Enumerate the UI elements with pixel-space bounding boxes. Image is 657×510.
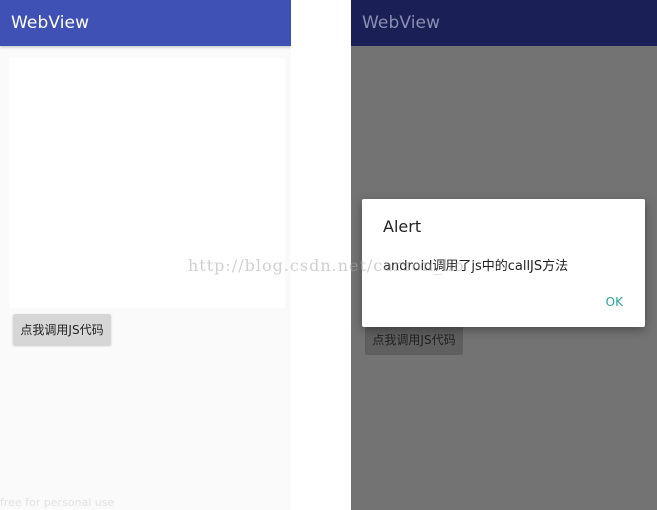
call-js-button-dimmed: 点我调用JS代码 bbox=[365, 324, 463, 355]
bottom-watermark-text: free for personal use bbox=[0, 496, 115, 509]
alert-dialog: Alert android调用了js中的callJS方法 OK bbox=[362, 199, 645, 327]
app-bar-dimmed: WebView bbox=[351, 0, 657, 46]
app-bar-title: WebView bbox=[362, 13, 441, 33]
right-phone-screen: WebView 点我调用JS代码 Alert android调用了js中的cal… bbox=[351, 0, 657, 510]
alert-dialog-title: Alert bbox=[383, 217, 422, 236]
left-phone-screen: WebView 点我调用JS代码 free for personal use bbox=[0, 0, 291, 510]
comparison-screenshot: WebView 点我调用JS代码 free for personal use W… bbox=[0, 0, 657, 510]
webview-content-area[interactable] bbox=[9, 58, 285, 308]
alert-dialog-message: android调用了js中的callJS方法 bbox=[383, 259, 569, 274]
app-bar: WebView bbox=[0, 0, 291, 46]
call-js-button[interactable]: 点我调用JS代码 bbox=[13, 314, 111, 345]
alert-ok-button[interactable]: OK bbox=[606, 295, 623, 309]
app-bar-title: WebView bbox=[11, 13, 90, 33]
